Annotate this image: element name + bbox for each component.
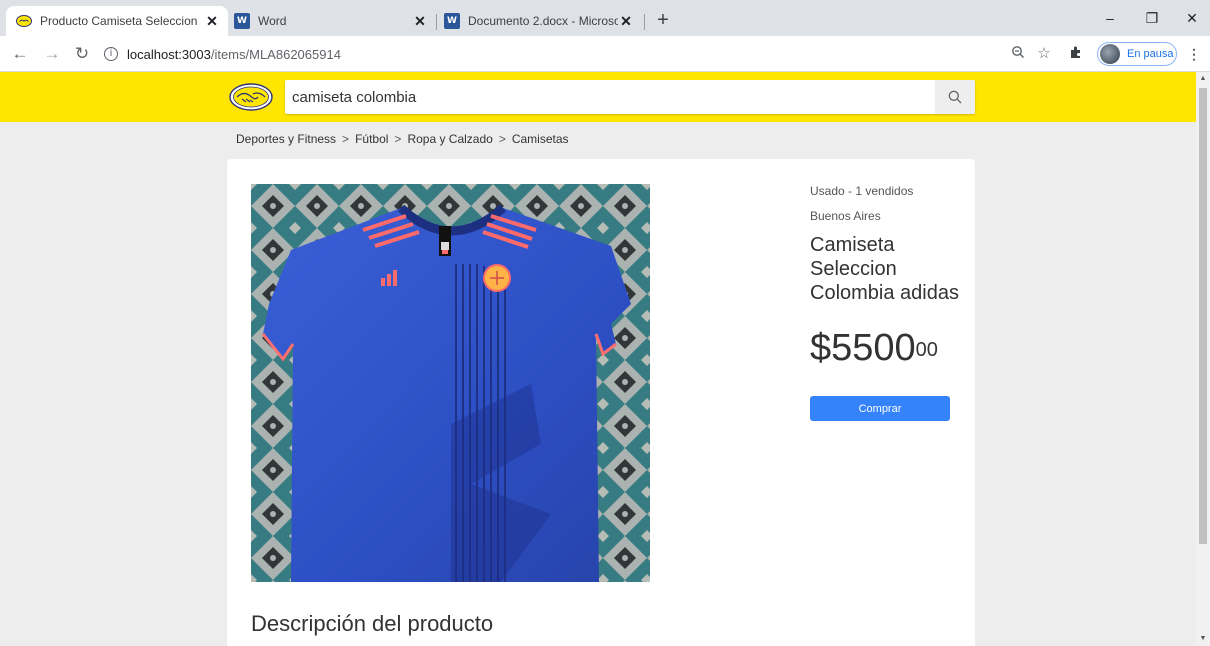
product-price: $550000 — [810, 325, 960, 371]
url-path: /items/MLA862065914 — [210, 46, 341, 62]
mercadolibre-logo[interactable] — [228, 82, 274, 112]
breadcrumb-item[interactable]: Camisetas — [512, 132, 569, 146]
tab-word[interactable]: W Word ✕ — [228, 6, 436, 36]
scrollbar-thumb[interactable] — [1199, 88, 1207, 544]
address-bar[interactable]: i localhost:3003/items/MLA862065914 — [104, 42, 624, 66]
tab-title: Producto Camiseta Seleccion Col — [40, 14, 200, 28]
site-info-icon[interactable]: i — [104, 47, 118, 61]
extensions-icon[interactable] — [1066, 44, 1086, 64]
close-window-icon[interactable]: ✕ — [1182, 8, 1202, 28]
page-viewport: Deportes y Fitness > Fútbol > Ropa y Cal… — [0, 72, 1196, 646]
description-heading: Descripción del producto — [251, 611, 494, 636]
browser-tabstrip: Producto Camiseta Seleccion Col ✕ W Word… — [0, 0, 1210, 36]
menu-dots-icon[interactable]: ⋮ — [1184, 44, 1204, 64]
price-cents: 00 — [915, 339, 938, 361]
search-input[interactable] — [285, 80, 935, 114]
avatar — [1100, 44, 1120, 64]
close-tab-icon[interactable]: ✕ — [204, 13, 220, 29]
breadcrumb: Deportes y Fitness > Fútbol > Ropa y Cal… — [236, 132, 569, 146]
tab-producto[interactable]: Producto Camiseta Seleccion Col ✕ — [6, 6, 228, 36]
product-condition: Usado - 1 vendidos — [810, 184, 914, 198]
page-scrollbar[interactable]: ▲ ▼ — [1196, 72, 1210, 646]
word-icon: W — [234, 13, 250, 29]
breadcrumb-item[interactable]: Fútbol — [355, 132, 388, 146]
tab-title: Word — [258, 14, 287, 28]
profile-label: En pausa — [1127, 48, 1174, 60]
forward-icon[interactable]: → — [42, 44, 62, 64]
tab-title: Documento 2.docx - Microsoft W — [468, 14, 618, 28]
zoom-icon[interactable] — [1008, 44, 1028, 64]
breadcrumb-separator: > — [498, 132, 506, 146]
tab-separator — [644, 14, 645, 30]
url-host: localhost:3003 — [127, 46, 211, 62]
site-header — [0, 72, 1196, 122]
search-box — [285, 80, 975, 114]
back-icon[interactable]: ← — [10, 44, 30, 64]
scroll-down-icon[interactable]: ▼ — [1196, 632, 1210, 646]
scroll-up-icon[interactable]: ▲ — [1196, 72, 1210, 86]
jersey-photo — [251, 184, 650, 582]
search-icon — [948, 90, 962, 104]
breadcrumb-separator: > — [394, 132, 402, 146]
product-image — [251, 184, 650, 582]
reload-icon[interactable]: ↻ — [72, 44, 92, 64]
price-whole: $5500 — [810, 327, 916, 369]
close-tab-icon[interactable]: ✕ — [412, 13, 428, 29]
mercadolibre-favicon — [16, 15, 32, 27]
restore-icon[interactable]: ❐ — [1142, 8, 1162, 28]
tab-separator — [436, 14, 437, 30]
close-tab-icon[interactable]: ✕ — [618, 13, 634, 29]
product-card: Usado - 1 vendidos Buenos Aires Camiseta… — [227, 159, 975, 646]
buy-button[interactable]: Comprar — [810, 396, 950, 421]
breadcrumb-item[interactable]: Ropa y Calzado — [407, 132, 492, 146]
product-title: Camiseta Seleccion Colombia adidas — [810, 234, 959, 304]
tab-documento[interactable]: W Documento 2.docx - Microsoft W ✕ — [438, 6, 642, 36]
word-icon: W — [444, 13, 460, 29]
minimize-icon[interactable]: – — [1100, 8, 1120, 28]
product-location: Buenos Aires — [810, 209, 881, 223]
browser-toolbar: ← → ↻ i localhost:3003/items/MLA86206591… — [0, 36, 1210, 72]
bookmark-star-icon[interactable]: ☆ — [1034, 44, 1054, 64]
profile-button[interactable]: En pausa — [1097, 42, 1177, 66]
product-info: Usado - 1 vendidos Buenos Aires Camiseta… — [810, 184, 960, 421]
breadcrumb-separator: > — [342, 132, 350, 146]
new-tab-button[interactable]: + — [652, 10, 674, 32]
breadcrumb-item[interactable]: Deportes y Fitness — [236, 132, 336, 146]
search-button[interactable] — [935, 80, 975, 114]
